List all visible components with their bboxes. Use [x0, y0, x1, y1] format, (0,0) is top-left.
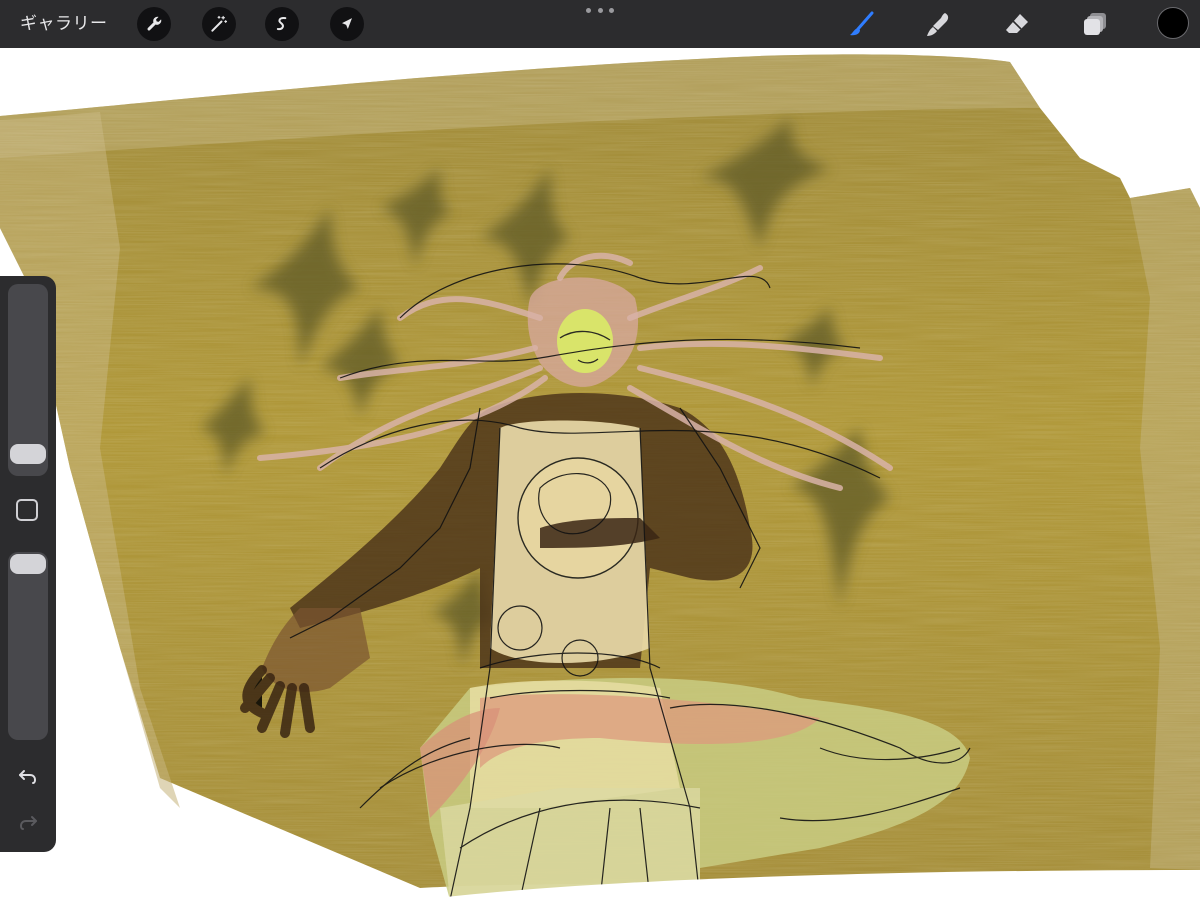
redo-button[interactable] [14, 808, 42, 836]
color-picker-button[interactable] [1157, 7, 1189, 39]
undo-button[interactable] [14, 762, 42, 790]
selection-button[interactable] [265, 7, 299, 41]
layers-button[interactable] [1079, 8, 1111, 40]
brush-size-thumb[interactable] [10, 444, 46, 464]
canvas-options-handle[interactable] [586, 4, 614, 16]
selection-icon [276, 17, 287, 31]
undo-icon [19, 770, 37, 784]
transform-button[interactable] [330, 7, 364, 41]
magic-wand-icon [211, 15, 228, 32]
adjustments-button[interactable] [202, 7, 236, 41]
actions-button[interactable] [137, 7, 171, 41]
top-toolbar: ギャラリー [0, 0, 1200, 48]
brush-icon [850, 11, 874, 36]
face [557, 309, 613, 373]
modify-button[interactable] [16, 499, 38, 521]
dot [586, 7, 591, 13]
artwork [0, 54, 1200, 900]
opacity-thumb[interactable] [10, 554, 46, 574]
eraser-icon [1006, 14, 1028, 33]
transform-arrow-icon [342, 18, 352, 29]
drawing-canvas[interactable] [0, 48, 1200, 900]
left-sidebar [0, 276, 56, 852]
layers-icon [1084, 13, 1106, 35]
opacity-slider[interactable] [8, 552, 48, 740]
smudge-tool-button[interactable] [922, 8, 954, 40]
dot [597, 7, 603, 13]
gallery-button[interactable]: ギャラリー [20, 0, 108, 48]
dot [609, 7, 614, 13]
redo-icon [19, 816, 37, 830]
brush-tool-button[interactable] [846, 8, 878, 40]
brush-size-slider[interactable] [8, 284, 48, 476]
wrench-icon [147, 16, 162, 31]
eraser-tool-button[interactable] [1001, 8, 1033, 40]
smudge-icon [927, 13, 949, 36]
chest-emblem [517, 457, 639, 579]
